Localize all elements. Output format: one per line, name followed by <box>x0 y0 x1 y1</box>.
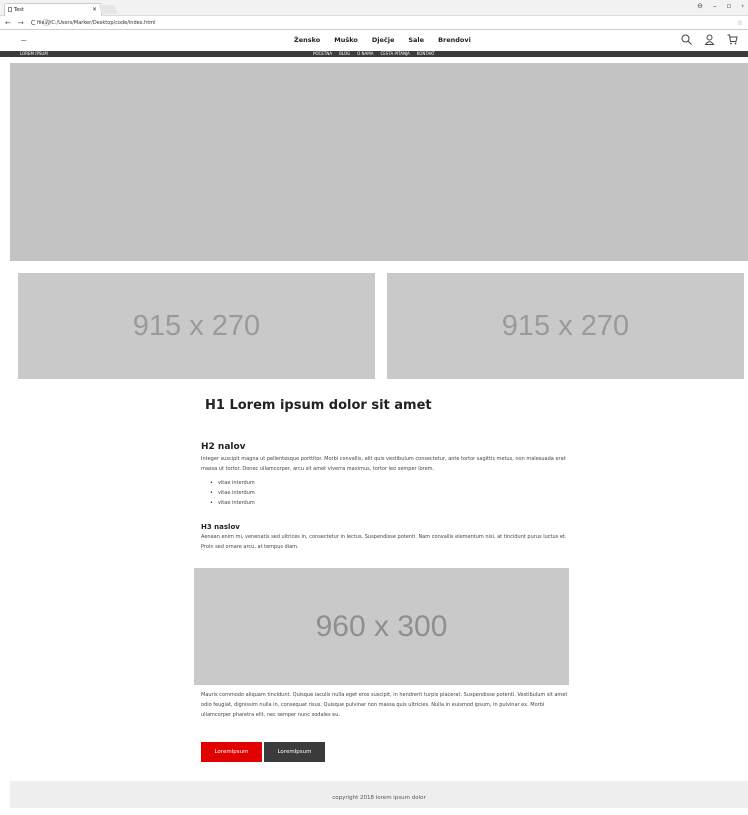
list-item: vitae interdum <box>210 498 255 508</box>
section-heading-h3: H3 naslov <box>201 523 240 531</box>
bullet-list: vitae interdum vitae interdum vitae inte… <box>210 478 255 508</box>
browser-tab-strip: Test × ⊖ – ▫ › <box>0 0 748 16</box>
paragraph-1: Integer suscipit magna ut pellentesque p… <box>201 456 566 472</box>
page-icon <box>8 7 12 12</box>
maximize-icon[interactable]: ▫ <box>726 2 731 10</box>
main-nav: Žensko Muško Dječje Sale Brendovi <box>294 36 471 44</box>
address-bar-row: ← → C ⓘ file:///C:/Users/Marker/Desktop/… <box>0 16 748 30</box>
primary-button[interactable]: LoremIpsum <box>201 742 262 762</box>
topbar-brand: LOREM IPSUM <box>20 51 48 56</box>
list-item: vitae interdum <box>210 478 255 488</box>
cart-icon[interactable] <box>726 34 738 48</box>
site-header: ---- Žensko Muško Dječje Sale Brendovi <box>0 30 748 51</box>
browser-tab[interactable]: Test × <box>4 3 102 16</box>
nav-djecje[interactable]: Dječje <box>372 36 395 44</box>
nav-sale[interactable]: Sale <box>408 36 424 44</box>
promo-banner-left[interactable]: 915 x 270 <box>18 273 375 379</box>
content-image: 960 x 300 <box>194 568 569 685</box>
nav-brendovi[interactable]: Brendovi <box>438 36 471 44</box>
window-controls: ⊖ – ▫ › <box>697 2 744 10</box>
top-bar: LOREM IPSUM POČETNA BLOG O NAMA ČESTA PI… <box>0 51 748 57</box>
paragraph-3: Mauris commodo aliquam tincidunt. Quisqu… <box>201 692 568 718</box>
search-icon[interactable] <box>680 34 692 48</box>
subnav-pocetna[interactable]: POČETNA <box>313 51 332 57</box>
section-heading-h2: H2 nalov <box>201 442 246 452</box>
article: H1 Lorem ipsum dolor sit amet H2 nalov I… <box>200 398 572 550</box>
account-icon[interactable]: ⊖ <box>697 2 703 10</box>
close-tab-icon[interactable]: × <box>92 4 97 16</box>
page-title: H1 Lorem ipsum dolor sit amet <box>205 398 432 413</box>
close-window-icon[interactable]: › <box>741 2 744 10</box>
bookmark-star-icon[interactable]: ☆ <box>737 16 743 30</box>
logo[interactable]: ---- <box>21 37 27 44</box>
nav-musko[interactable]: Muško <box>334 36 358 44</box>
url-input[interactable]: file:///C:/Users/Marker/Desktop/code/ind… <box>33 18 734 28</box>
sub-nav: POČETNA BLOG O NAMA ČESTA PITANJA KONTAK… <box>313 51 435 57</box>
list-item: vitae interdum <box>210 488 255 498</box>
footer: copyright 2018 lorem ipsum dolor <box>10 781 748 808</box>
nav-zensko[interactable]: Žensko <box>294 36 320 44</box>
secondary-button[interactable]: LoremIpsum <box>264 742 325 762</box>
promo-banner-right[interactable]: 915 x 270 <box>387 273 744 379</box>
back-icon[interactable]: ← <box>5 16 11 30</box>
subnav-o-nama[interactable]: O NAMA <box>357 51 373 57</box>
subnav-kontakt[interactable]: KONTAKT <box>417 51 435 57</box>
tab-title: Test <box>14 7 24 13</box>
user-icon[interactable] <box>703 34 715 48</box>
subnav-blog[interactable]: BLOG <box>339 51 350 57</box>
subnav-cesta-pitanja[interactable]: ČESTA PITANJA <box>380 51 409 57</box>
hero-banner <box>10 63 748 261</box>
minimize-icon[interactable]: – <box>713 2 717 10</box>
new-tab-button[interactable] <box>98 5 118 14</box>
forward-icon[interactable]: → <box>18 16 24 30</box>
paragraph-2: Aenean enim mi, venenatis sed ultrices i… <box>201 534 567 550</box>
header-icons <box>680 34 738 48</box>
